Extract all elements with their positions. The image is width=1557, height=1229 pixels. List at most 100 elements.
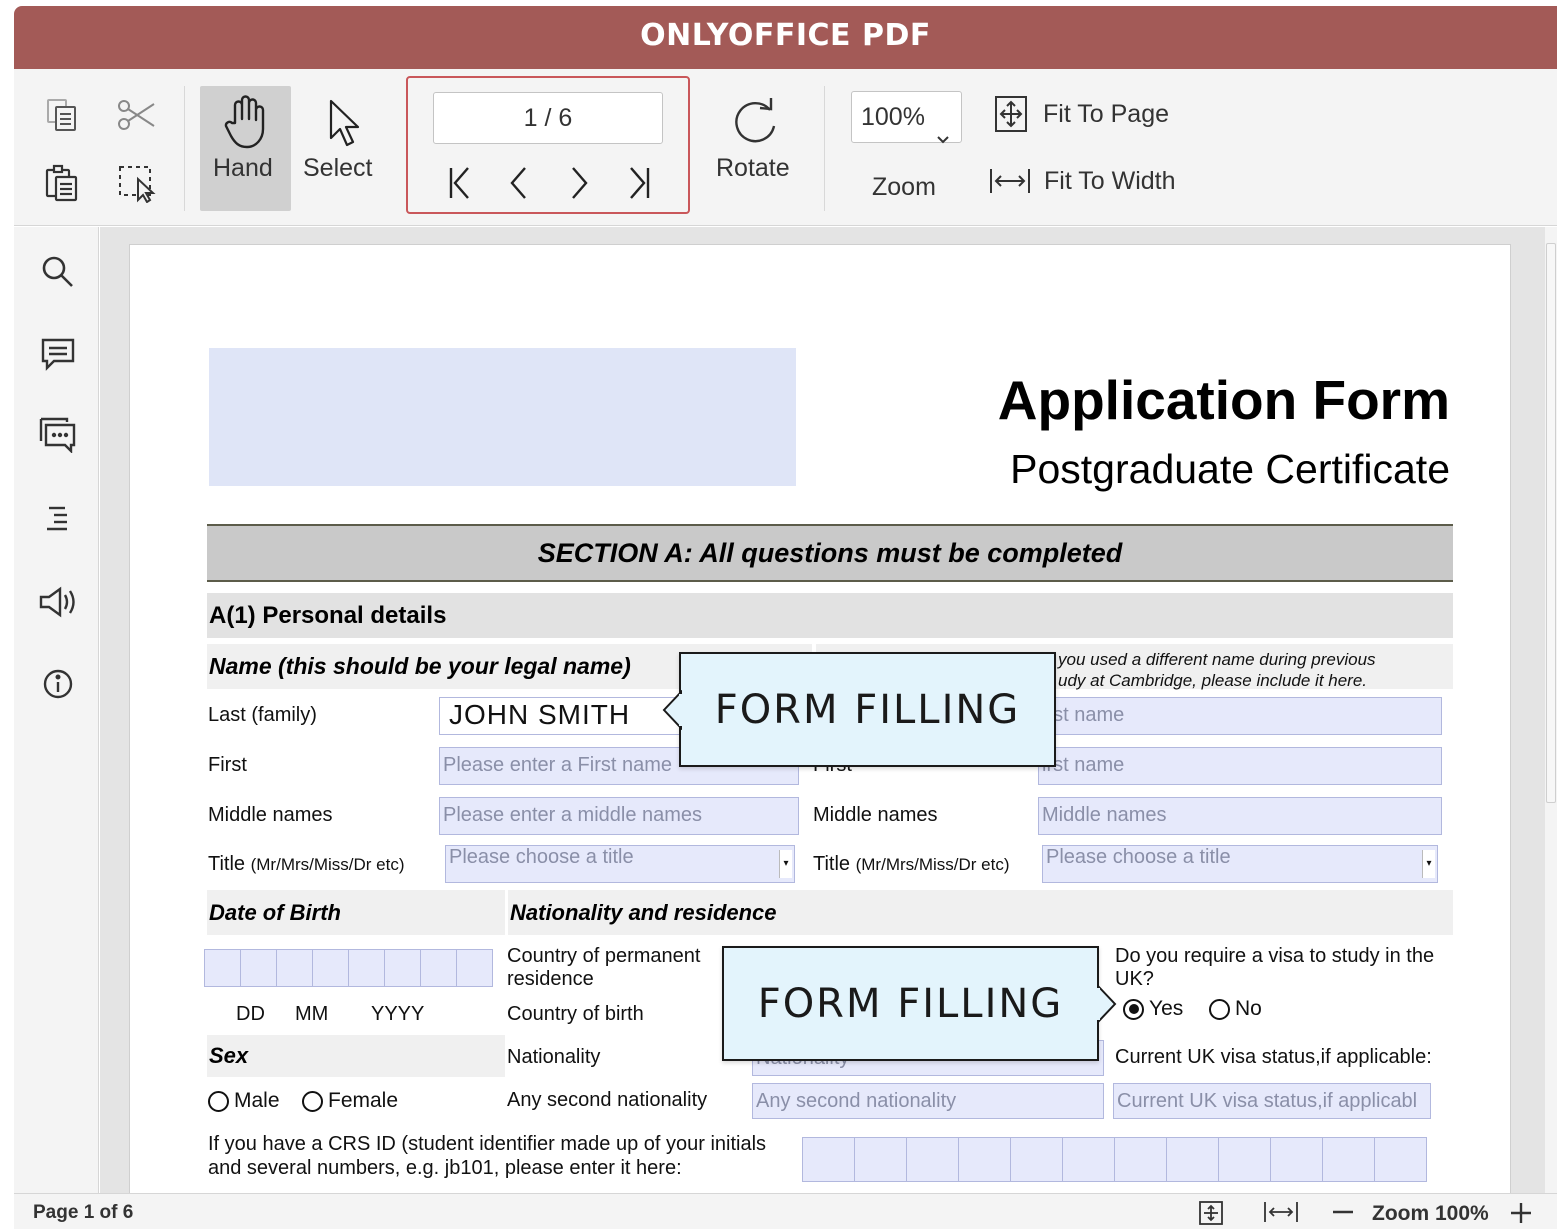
search-icon[interactable] xyxy=(38,252,78,292)
fit-width-icon[interactable] xyxy=(1263,1200,1299,1224)
headings-icon[interactable] xyxy=(38,499,78,539)
crs-char-cell[interactable] xyxy=(802,1137,855,1182)
previous-middle-names-input[interactable]: Middle names xyxy=(1038,797,1442,835)
dob-digit-cell[interactable] xyxy=(420,949,457,987)
feedback-icon[interactable] xyxy=(38,582,78,622)
previous-first-name-input[interactable]: irst name xyxy=(1038,747,1442,785)
dob-digit-cell[interactable] xyxy=(348,949,385,987)
callout-text: FORM FILLING xyxy=(714,687,1021,733)
fit-page-icon[interactable] xyxy=(1198,1200,1224,1226)
title-select[interactable]: Please choose a title ▾ xyxy=(445,845,795,883)
dob-year-label: YYYY xyxy=(371,1003,425,1025)
residence-label-line1: Country of permanent xyxy=(507,945,701,967)
page-navigation-group: 1 / 6 xyxy=(406,76,690,214)
form-title: Application Form xyxy=(997,369,1450,431)
nationality-header: Nationality and residence xyxy=(508,890,1453,935)
middle-names-input[interactable]: Please enter a middle names xyxy=(439,797,799,835)
select-tool-button[interactable]: Select xyxy=(298,86,388,211)
dob-digit-cell[interactable] xyxy=(204,949,241,987)
cut-icon[interactable] xyxy=(114,95,159,135)
chat-icon[interactable] xyxy=(38,415,78,455)
previous-name-note-line1: you used a different name during previou… xyxy=(1058,650,1376,669)
radio-circle xyxy=(302,1090,323,1112)
visa-status-label: Current UK visa status,if applicable: xyxy=(1115,1046,1432,1068)
crs-id-input[interactable] xyxy=(802,1137,1427,1182)
sex-male-radio[interactable]: Male xyxy=(208,1089,280,1113)
main-toolbar: Hand Select 1 / 6 Rotate 100% Zoom Fit T… xyxy=(14,69,1557,226)
previous-last-name-input[interactable]: ast name xyxy=(1038,697,1442,735)
dropdown-arrow-icon[interactable]: ▾ xyxy=(1422,850,1435,878)
crs-char-cell[interactable] xyxy=(958,1137,1011,1182)
zoom-value: 100% xyxy=(861,103,925,131)
section-a-header: SECTION A: All questions must be complet… xyxy=(207,524,1453,582)
fit-width-icon xyxy=(989,166,1031,196)
previous-title-select-value: Please choose a title xyxy=(1046,846,1231,868)
sex-header: Sex xyxy=(207,1035,505,1077)
country-of-birth-label: Country of birth xyxy=(507,1003,644,1025)
app-title-bar: ONLYOFFICE PDF xyxy=(14,6,1557,69)
dob-digit-cell[interactable] xyxy=(312,949,349,987)
visa-yes-radio[interactable]: Yes xyxy=(1123,997,1183,1021)
comment-icon[interactable] xyxy=(38,334,78,374)
second-nationality-input[interactable]: Any second nationality xyxy=(752,1083,1104,1119)
next-page-icon[interactable] xyxy=(564,165,594,201)
crs-char-cell[interactable] xyxy=(1114,1137,1167,1182)
copy-icon[interactable] xyxy=(42,95,82,135)
callout-text: FORM FILLING xyxy=(757,981,1064,1027)
dob-digit-cell[interactable] xyxy=(276,949,313,987)
title-select-value: Please choose a title xyxy=(449,846,634,868)
dropdown-arrow-icon[interactable]: ▾ xyxy=(779,850,792,878)
callout-pointer xyxy=(1097,984,1117,1024)
dob-digit-cell[interactable] xyxy=(240,949,277,987)
form-subtitle: Postgraduate Certificate xyxy=(1010,446,1450,492)
visa-no-radio[interactable]: No xyxy=(1209,997,1262,1021)
sex-male-label: Male xyxy=(234,1089,280,1112)
hand-tool-button[interactable]: Hand xyxy=(200,86,291,211)
prev-page-icon[interactable] xyxy=(504,165,534,201)
crs-char-cell[interactable] xyxy=(1010,1137,1063,1182)
sex-female-radio[interactable]: Female xyxy=(302,1089,398,1113)
rotate-label: Rotate xyxy=(716,154,790,182)
crs-char-cell[interactable] xyxy=(1166,1137,1219,1182)
scrollbar-thumb[interactable] xyxy=(1546,243,1556,803)
zoom-out-icon[interactable] xyxy=(1331,1202,1355,1222)
dob-digit-cell[interactable] xyxy=(384,949,421,987)
toolbar-divider xyxy=(184,86,185,211)
crs-char-cell[interactable] xyxy=(1270,1137,1323,1182)
zoom-in-icon[interactable] xyxy=(1509,1202,1533,1224)
first-page-icon[interactable] xyxy=(445,165,475,201)
zoom-select[interactable]: 100% xyxy=(851,91,962,144)
crs-char-cell[interactable] xyxy=(1322,1137,1375,1182)
last-page-icon[interactable] xyxy=(624,165,654,201)
fit-to-width-label: Fit To Width xyxy=(1044,166,1176,195)
radio-circle-selected xyxy=(1123,998,1144,1020)
fit-to-width-button[interactable]: Fit To Width xyxy=(989,166,1176,196)
vertical-scrollbar[interactable] xyxy=(1545,227,1557,1193)
select-area-icon[interactable] xyxy=(114,162,159,204)
previous-middle-names-label: Middle names xyxy=(813,804,938,826)
first-name-label: First xyxy=(208,754,247,776)
form-filling-callout-1: FORM FILLING xyxy=(679,652,1056,767)
date-of-birth-header: Date of Birth xyxy=(207,890,505,935)
crs-char-cell[interactable] xyxy=(1062,1137,1115,1182)
visa-question-line1: Do you require a visa to study in the xyxy=(1115,945,1435,967)
date-of-birth-input[interactable] xyxy=(204,949,493,987)
left-sidebar xyxy=(14,227,99,1193)
paste-icon[interactable] xyxy=(42,162,82,204)
crs-char-cell[interactable] xyxy=(1218,1137,1271,1182)
rotate-button[interactable]: Rotate xyxy=(709,86,804,211)
fit-to-page-button[interactable]: Fit To Page xyxy=(994,95,1169,133)
radio-circle xyxy=(1209,998,1230,1020)
page-number-input[interactable]: 1 / 6 xyxy=(433,92,663,144)
crs-char-cell[interactable] xyxy=(906,1137,959,1182)
visa-status-input[interactable]: Current UK visa status,if applicabl xyxy=(1113,1083,1431,1119)
nationality-label: Nationality xyxy=(507,1046,601,1068)
dob-digit-cell[interactable] xyxy=(456,949,493,987)
toolbar-divider xyxy=(824,86,825,211)
info-icon[interactable] xyxy=(38,664,78,704)
personal-details-header: A(1) Personal details xyxy=(207,593,1453,638)
previous-title-select[interactable]: Please choose a title ▾ xyxy=(1042,845,1438,883)
crs-char-cell[interactable] xyxy=(854,1137,907,1182)
crs-char-cell[interactable] xyxy=(1374,1137,1427,1182)
logo-placeholder-field[interactable] xyxy=(209,348,796,486)
